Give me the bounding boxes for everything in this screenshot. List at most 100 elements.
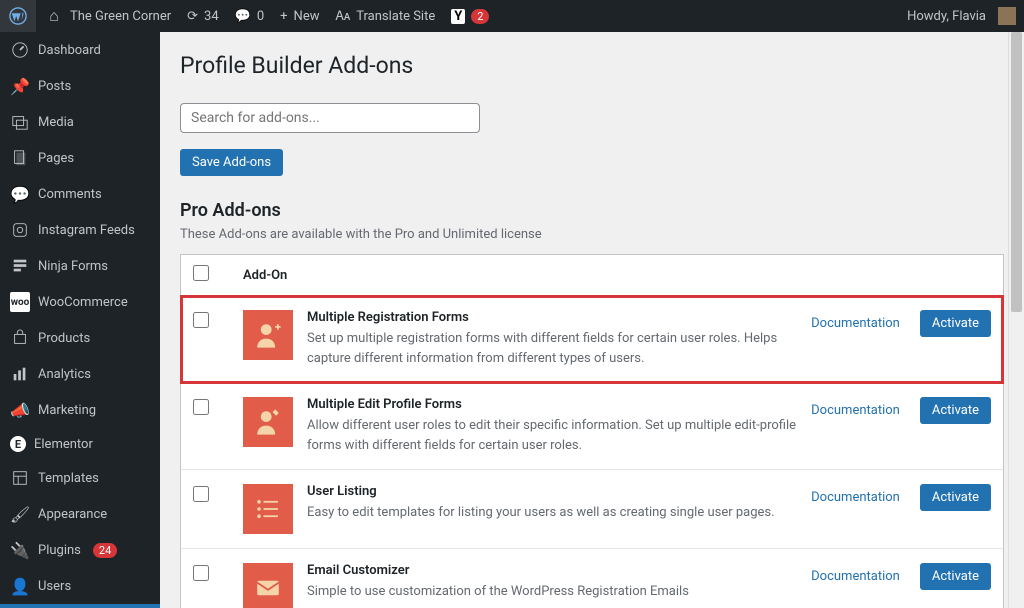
comment-icon: 💬: [10, 184, 30, 204]
addon-desc: Set up multiple registration forms with …: [307, 329, 797, 368]
page-title: Profile Builder Add-ons: [180, 52, 1004, 79]
sidebar-item-analytics[interactable]: Analytics: [0, 356, 160, 392]
addon-checkbox[interactable]: [193, 312, 209, 328]
wp-logo[interactable]: [0, 0, 36, 32]
sidebar-item-instagram[interactable]: Instagram Feeds: [0, 212, 160, 248]
yoast-icon: Y: [451, 9, 465, 24]
select-all-checkbox[interactable]: [193, 265, 209, 281]
plugin-count-badge: 24: [93, 543, 117, 558]
addon-title: Email Customizer: [307, 563, 797, 578]
wordpress-icon: [8, 6, 28, 26]
addon-row: Multiple Edit Profile Forms Allow differ…: [181, 383, 1003, 470]
plus-icon: +: [280, 9, 287, 24]
sidebar-item-label: Analytics: [38, 367, 91, 382]
sidebar-item-products[interactable]: Products: [0, 320, 160, 356]
sidebar-item-marketing[interactable]: 📣 Marketing: [0, 392, 160, 428]
search-input[interactable]: [180, 103, 480, 133]
comment-icon: 💬: [235, 9, 251, 24]
list-icon: [243, 484, 293, 534]
sidebar-item-ninja[interactable]: Ninja Forms: [0, 248, 160, 284]
activate-button[interactable]: Activate: [920, 310, 991, 337]
admin-bar: ⌂The Green Corner ⟳34 💬0 +New 🗛Translate…: [0, 0, 1024, 32]
sidebar-item-elementor[interactable]: EElementor: [0, 428, 160, 460]
sidebar-item-label: Dashboard: [38, 43, 101, 58]
scrollbar[interactable]: [1008, 32, 1024, 608]
form-icon: [10, 256, 30, 276]
sidebar-item-templates[interactable]: Templates: [0, 460, 160, 496]
updates-link[interactable]: ⟳34: [179, 0, 227, 32]
user-plus-icon: [243, 310, 293, 360]
addon-row: User Listing Easy to edit templates for …: [181, 470, 1003, 549]
analytics-icon: [10, 364, 30, 384]
plugins-icon: 🔌: [10, 540, 30, 560]
documentation-link[interactable]: Documentation: [811, 569, 900, 584]
sidebar-item-label: Pages: [38, 151, 74, 166]
addon-title: Multiple Registration Forms: [307, 310, 797, 325]
scroll-thumb[interactable]: [1011, 32, 1022, 312]
sidebar-item-woo[interactable]: wooWooCommerce: [0, 284, 160, 320]
addon-checkbox[interactable]: [193, 565, 209, 581]
yoast-link[interactable]: Y2: [443, 0, 497, 32]
documentation-link[interactable]: Documentation: [811, 316, 900, 331]
addon-checkbox[interactable]: [193, 399, 209, 415]
addon-table: Add-On Multiple Registration Forms Set u…: [180, 254, 1004, 608]
instagram-icon: [10, 220, 30, 240]
media-icon: [10, 112, 30, 132]
activate-button[interactable]: Activate: [920, 484, 991, 511]
addon-row: Email Customizer Simple to use customiza…: [181, 549, 1003, 608]
sidebar-item-users[interactable]: 👤Users: [0, 568, 160, 604]
product-icon: [10, 328, 30, 348]
translate-icon: 🗛: [335, 9, 350, 24]
user-edit-icon: [243, 397, 293, 447]
translate-link[interactable]: 🗛Translate Site: [327, 0, 443, 32]
sidebar-item-posts[interactable]: 📌Posts: [0, 68, 160, 104]
addon-title: Multiple Edit Profile Forms: [307, 397, 797, 412]
avatar-icon: [998, 7, 1016, 25]
sidebar-item-label: Comments: [38, 187, 102, 202]
my-account[interactable]: Howdy, Flavia: [899, 0, 1024, 32]
sidebar-item-profile-builder[interactable]: Profile Builder: [0, 604, 160, 608]
activate-button[interactable]: Activate: [920, 397, 991, 424]
templates-icon: [10, 468, 30, 488]
sidebar-item-label: Instagram Feeds: [38, 223, 135, 238]
column-header-addon: Add-On: [243, 268, 287, 283]
sidebar-item-pages[interactable]: Pages: [0, 140, 160, 176]
woo-icon: woo: [10, 292, 30, 312]
sidebar-item-label: Templates: [38, 471, 99, 486]
sidebar-item-media[interactable]: Media: [0, 104, 160, 140]
elementor-icon: E: [10, 436, 26, 452]
sidebar-item-plugins[interactable]: 🔌 Plugins 24: [0, 532, 160, 568]
sidebar-item-label: Marketing: [38, 403, 96, 418]
addon-row: Multiple Registration Forms Set up multi…: [181, 296, 1003, 383]
sidebar-item-dashboard[interactable]: Dashboard: [0, 32, 160, 68]
sidebar-item-comments[interactable]: 💬 Comments: [0, 176, 160, 212]
documentation-link[interactable]: Documentation: [811, 403, 900, 418]
sidebar-item-label: Plugins: [38, 543, 81, 558]
save-button[interactable]: Save Add-ons: [180, 149, 283, 176]
sidebar-item-label: Products: [38, 331, 90, 346]
sidebar-item-label: Ninja Forms: [38, 259, 108, 274]
users-icon: 👤: [10, 576, 30, 596]
refresh-icon: ⟳: [187, 9, 198, 24]
activate-button[interactable]: Activate: [920, 563, 991, 590]
addon-checkbox[interactable]: [193, 486, 209, 502]
addon-desc: Allow different user roles to edit their…: [307, 416, 797, 455]
pin-icon: 📌: [10, 76, 30, 96]
sidebar-item-label: Media: [38, 115, 74, 130]
mail-icon: [243, 563, 293, 608]
comments-link[interactable]: 💬0: [227, 0, 273, 32]
appearance-icon: 🖌: [10, 504, 30, 524]
section-title: Pro Add-ons: [180, 200, 1004, 221]
documentation-link[interactable]: Documentation: [811, 490, 900, 505]
marketing-icon: 📣: [10, 400, 30, 420]
new-content-link[interactable]: +New: [272, 0, 327, 32]
page-icon: [10, 148, 30, 168]
sidebar-item-label: Appearance: [38, 507, 107, 522]
site-name-link[interactable]: ⌂The Green Corner: [36, 0, 179, 32]
addon-desc: Simple to use customization of the WordP…: [307, 582, 797, 602]
addon-title: User Listing: [307, 484, 797, 499]
home-icon: ⌂: [44, 6, 64, 26]
main-content: Profile Builder Add-ons Save Add-ons Pro…: [160, 32, 1024, 608]
table-header: Add-On: [181, 255, 1003, 296]
sidebar-item-appearance[interactable]: 🖌 Appearance: [0, 496, 160, 532]
